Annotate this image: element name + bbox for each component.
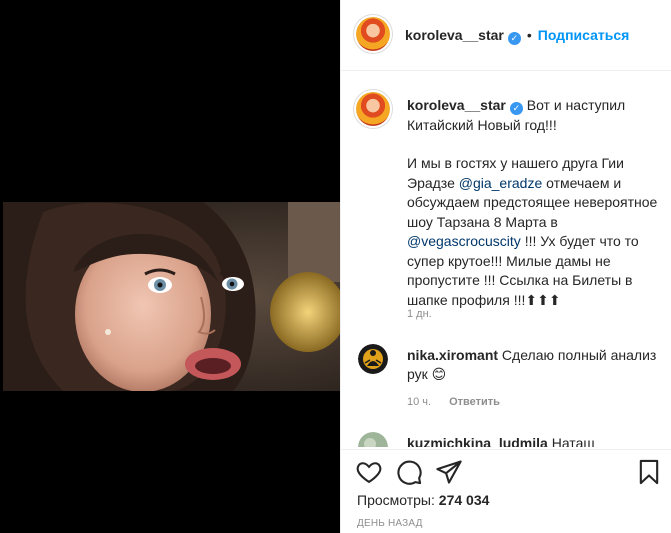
action-bar: Просмотры: 274 034 ДЕНЬ НАЗАД (341, 449, 671, 533)
mention-link[interactable]: @gia_eradze (459, 175, 543, 191)
post-date[interactable]: ДЕНЬ НАЗАД (357, 518, 423, 529)
caption-username[interactable]: koroleva__star (407, 97, 506, 113)
caption-time[interactable]: 1 дн. (407, 308, 432, 320)
heart-icon[interactable] (355, 458, 383, 486)
reply-button[interactable]: Ответить (449, 396, 500, 408)
comment-time-label[interactable]: 10 ч. (407, 396, 431, 408)
comment-time: 10 ч. Ответить (407, 396, 500, 408)
header-user-line: koroleva__star ✓ • Подписаться (405, 27, 629, 45)
post-info-panel: koroleva__star ✓ • Подписаться koroleva__st… (340, 0, 671, 533)
author-avatar[interactable] (354, 15, 392, 53)
commenter-username[interactable]: kuzmichkina_ludmila (407, 435, 548, 447)
verified-badge-icon: ✓ (507, 32, 521, 45)
media-panel (0, 0, 340, 533)
separator-dot: • (526, 27, 532, 43)
post-header: koroleva__star ✓ • Подписаться (341, 0, 671, 71)
comment-text: Наташ (551, 435, 595, 447)
caption-avatar[interactable] (354, 90, 392, 128)
mention-link[interactable]: @vegascrocuscity (407, 233, 521, 249)
verified-badge-icon: ✓ (509, 102, 523, 115)
post-video[interactable] (3, 202, 340, 391)
comments-section[interactable]: koroleva__star ✓ Вот и наступил Китайский… (341, 72, 671, 447)
commenter-username[interactable]: nika.xiromant (407, 347, 498, 363)
commenter-avatar[interactable] (358, 432, 388, 447)
follow-button[interactable]: Подписаться (538, 27, 630, 43)
views-label: Просмотры: (357, 492, 435, 508)
author-username[interactable]: koroleva__star (405, 27, 504, 43)
comment-icon[interactable] (395, 458, 423, 486)
share-icon[interactable] (435, 458, 463, 486)
bookmark-icon[interactable] (635, 458, 663, 486)
post-caption: koroleva__star ✓ Вот и наступил Китайский… (407, 96, 662, 329)
commenter-avatar[interactable] (358, 344, 388, 374)
views-number: 274 034 (438, 492, 490, 508)
comment-body: nika.xiromant Сделаю полный анализ рук 😊 (407, 346, 657, 384)
views-count: Просмотры: 274 034 (357, 492, 489, 508)
comment-body: kuzmichkina_ludmila Наташ (407, 434, 657, 447)
